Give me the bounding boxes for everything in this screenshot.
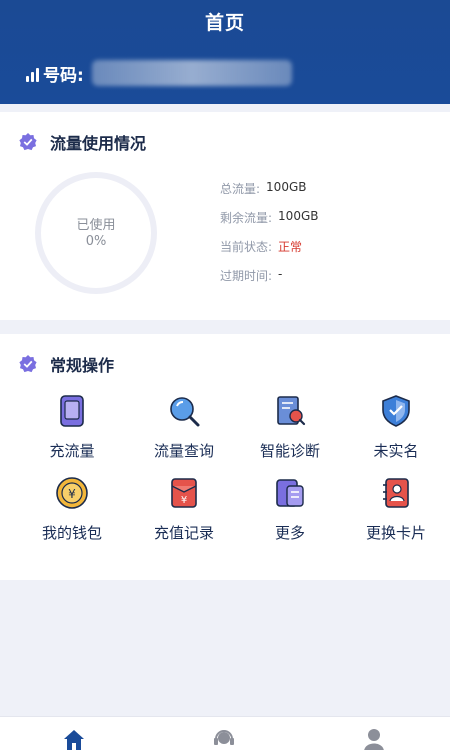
op-label: 充值记录 <box>153 524 214 542</box>
usage-card: 流量使用情况 已使用 0% 总流量: 100GB 剩余流量: 100GB 当前状… <box>0 112 450 320</box>
verified-badge-icon <box>19 355 37 373</box>
more-icon <box>276 479 304 507</box>
app-header: 首页 号码: <box>0 0 450 104</box>
diagnosis-icon <box>277 396 306 426</box>
op-label: 更换卡片 <box>365 524 426 542</box>
svg-text:¥: ¥ <box>68 487 76 501</box>
ring-label: 已使用 <box>76 218 116 233</box>
status-badge: 正常 <box>278 240 303 254</box>
phone-number-row: 号码: <box>26 60 292 86</box>
phone-number-masked <box>91 60 292 86</box>
user-icon[interactable] <box>362 727 386 750</box>
stat-value: - <box>278 267 283 281</box>
op-recharge-data[interactable]: 充流量 <box>16 394 128 461</box>
op-label: 流量查询 <box>153 442 214 460</box>
ops-section-title: 常规操作 <box>50 356 115 375</box>
stat-total: 总流量: 100GB <box>220 180 318 209</box>
stat-expiry: 过期时间: - <box>220 267 318 296</box>
signal-icon <box>26 64 39 82</box>
op-unverified[interactable]: 未实名 <box>340 394 450 461</box>
page-title: 首页 <box>204 12 245 34</box>
op-label: 智能诊断 <box>259 442 320 460</box>
op-smart-diagnosis[interactable]: 智能诊断 <box>234 394 346 461</box>
op-label: 我的钱包 <box>41 524 102 542</box>
home-icon[interactable] <box>62 727 86 750</box>
stat-key: 过期时间: <box>220 269 273 283</box>
coin-icon: ¥ <box>56 477 88 509</box>
bottom-tab-bar <box>0 716 450 750</box>
op-label: 更多 <box>274 524 305 542</box>
shield-icon <box>382 395 410 427</box>
op-change-card[interactable]: 更换卡片 <box>340 476 450 543</box>
stat-status: 当前状态: 正常 <box>220 238 318 267</box>
ops-section-header: 常规操作 <box>18 352 114 376</box>
op-my-wallet[interactable]: ¥ 我的钱包 <box>16 476 128 543</box>
op-label: 未实名 <box>373 442 419 460</box>
stat-remaining: 剩余流量: 100GB <box>220 209 318 238</box>
stat-value: 100GB <box>278 209 319 223</box>
op-more[interactable]: 更多 <box>234 476 346 543</box>
operations-card: 常规操作 充流量 流量查询 智能诊断 未实名 ¥ 我的钱包 ¥ 充值记录 更多 … <box>0 334 450 580</box>
stat-key: 剩余流量: <box>220 211 273 225</box>
op-recharge-history[interactable]: ¥ 充值记录 <box>128 476 240 543</box>
stat-key: 总流量: <box>220 182 261 196</box>
support-icon[interactable] <box>212 727 236 750</box>
card-icon <box>383 478 409 508</box>
stat-value: 100GB <box>266 180 307 194</box>
ring-percent: 0% <box>85 234 107 249</box>
usage-section-title: 流量使用情况 <box>50 134 147 153</box>
op-data-query[interactable]: 流量查询 <box>128 394 240 461</box>
usage-stats: 总流量: 100GB 剩余流量: 100GB 当前状态: 正常 过期时间: - <box>220 180 318 296</box>
phone-label: 号码: <box>43 65 84 86</box>
magnifier-icon <box>170 397 200 427</box>
usage-section-header: 流量使用情况 <box>18 130 146 154</box>
svg-text:¥: ¥ <box>181 495 187 506</box>
red-envelope-icon: ¥ <box>171 478 197 508</box>
op-label: 充流量 <box>49 442 95 460</box>
stat-key: 当前状态: <box>220 240 273 254</box>
usage-ring: 已使用 0% <box>35 172 157 294</box>
verified-badge-icon <box>19 133 37 151</box>
tablet-icon <box>60 395 84 427</box>
